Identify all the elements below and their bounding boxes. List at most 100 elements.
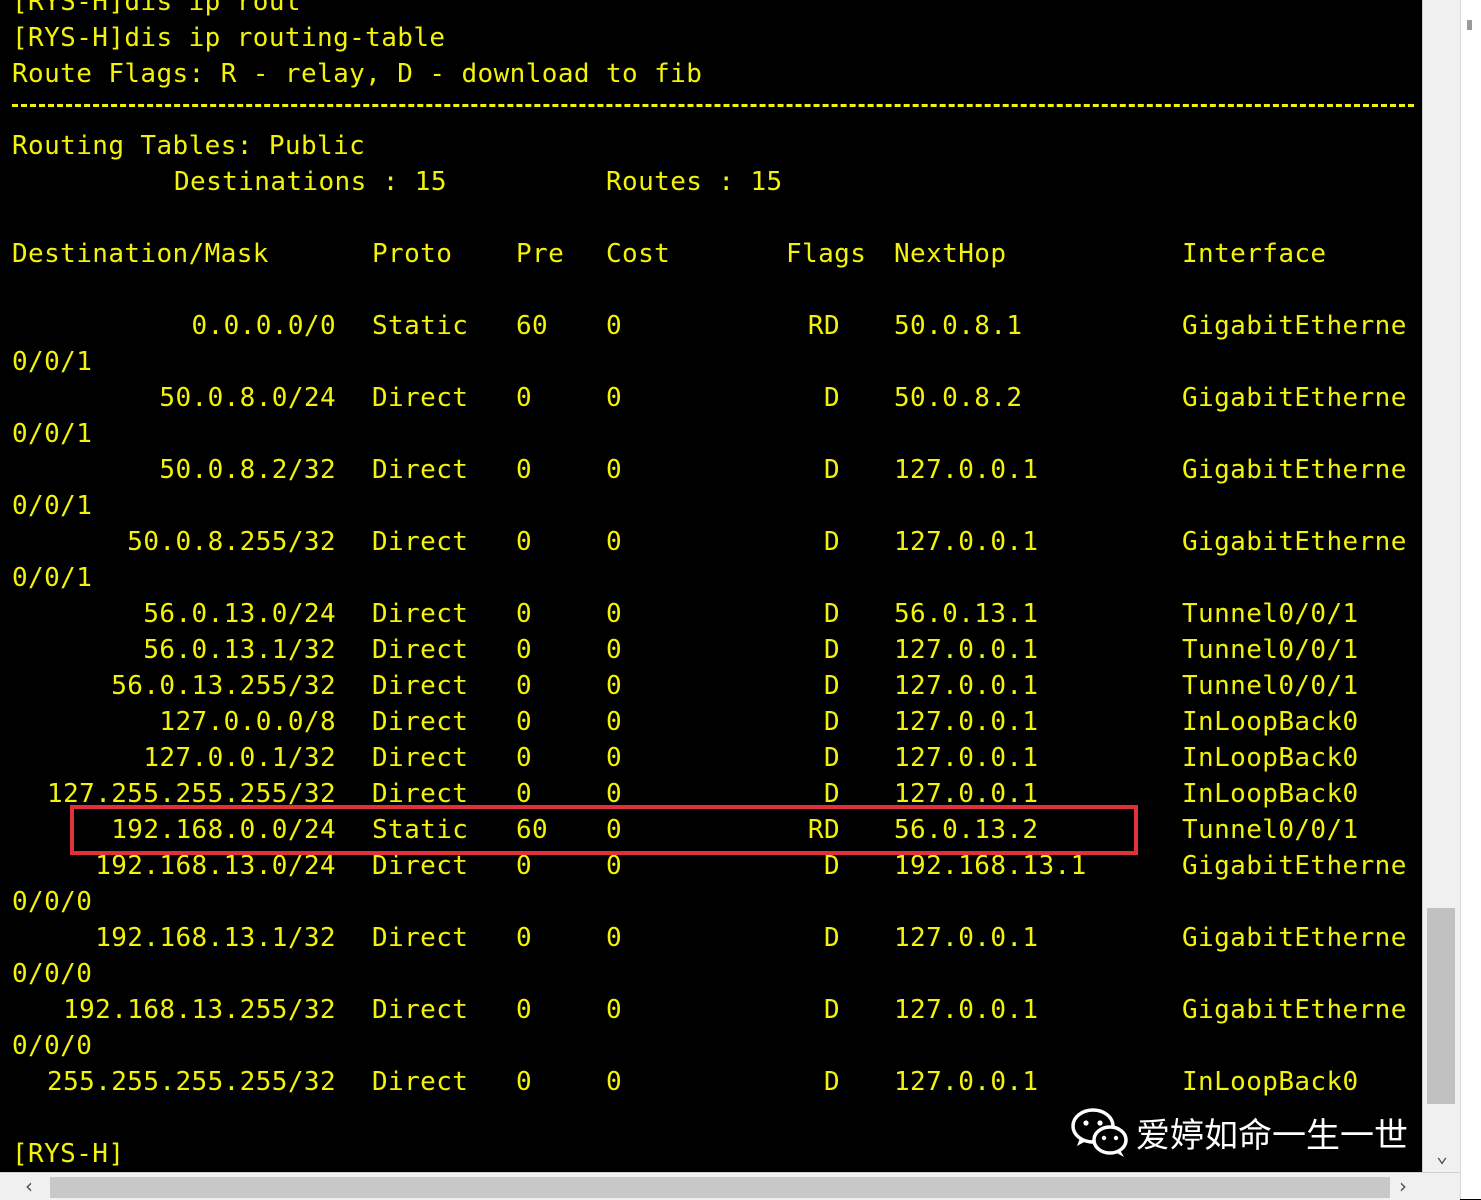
- cell-flags: D: [823, 455, 840, 485]
- cell-pre: 0: [516, 599, 533, 629]
- cell-nexthop: 127.0.0.1: [894, 1067, 1039, 1097]
- cell-proto: Direct: [372, 671, 469, 701]
- cell-proto: Direct: [372, 995, 469, 1025]
- cell-interface: InLoopBack0: [1182, 707, 1359, 737]
- cell-pre: 0: [516, 635, 533, 665]
- cell-nexthop: 50.0.8.1: [894, 311, 1023, 341]
- table-row: 255.255.255.255/32 Direct 0 0 D 127.0.0.1 InLo…: [0, 1064, 1420, 1100]
- table-row: 56.0.13.0/24 Direct 0 0 D 56.0.13.1 Tunnel0/0/…: [0, 596, 1420, 632]
- cell-interface: GigabitEtherne: [1182, 527, 1407, 557]
- cell-interface: GigabitEtherne: [1182, 995, 1407, 1025]
- cell-proto: Direct: [372, 383, 469, 413]
- cell-destination: 0.0.0.0/0: [191, 311, 336, 341]
- table-row-continuation: 0/0/0: [12, 959, 93, 989]
- horizontal-scrollbar[interactable]: ‹ ›: [0, 1172, 1460, 1200]
- cell-cost: 0: [606, 707, 623, 737]
- prompt-line: [RYS-H]: [12, 1139, 125, 1169]
- cell-destination: 192.168.13.1/32: [95, 923, 336, 953]
- cell-destination: 56.0.13.1/32: [143, 635, 336, 665]
- route-flags-line: Route Flags: R - relay, D - download to …: [12, 59, 703, 89]
- cell-nexthop: 50.0.8.2: [894, 383, 1023, 413]
- cell-interface: GigabitEtherne: [1182, 383, 1407, 413]
- chevron-down-icon[interactable]: ⌄: [1431, 1144, 1453, 1166]
- cell-pre: 0: [516, 383, 533, 413]
- cell-interface: InLoopBack0: [1182, 743, 1359, 773]
- horizontal-scrollbar-thumb[interactable]: [50, 1177, 1390, 1198]
- cell-cost: 0: [606, 527, 623, 557]
- vertical-scrollbar-thumb[interactable]: [1427, 908, 1455, 1104]
- cell-flags: D: [823, 635, 840, 665]
- cell-pre: 0: [516, 527, 533, 557]
- cell-destination: 56.0.13.255/32: [111, 671, 336, 701]
- cell-interface: Tunnel0/0/1: [1182, 815, 1359, 845]
- cell-interface: GigabitEtherne: [1182, 851, 1407, 881]
- cell-proto: Direct: [372, 527, 469, 557]
- cell-destination: 127.0.0.1/32: [143, 743, 336, 773]
- cell-proto: Direct: [372, 923, 469, 953]
- cell-pre: 0: [516, 995, 533, 1025]
- cell-cost: 0: [606, 743, 623, 773]
- cell-interface: InLoopBack0: [1182, 779, 1359, 809]
- cell-flags: D: [823, 995, 840, 1025]
- highlight-box: [70, 805, 1138, 855]
- table-row-continuation: 0/0/1: [12, 563, 93, 593]
- cell-nexthop: 127.0.0.1: [894, 671, 1039, 701]
- cell-cost: 0: [606, 599, 623, 629]
- header-nexthop: NextHop: [894, 239, 1007, 269]
- cell-cost: 0: [606, 311, 623, 341]
- cell-destination: 127.0.0.0/8: [159, 707, 336, 737]
- table-row-continuation: 0/0/1: [12, 419, 93, 449]
- cell-cost: 0: [606, 671, 623, 701]
- header-pre: Pre: [516, 239, 565, 269]
- cell-destination: 50.0.8.255/32: [127, 527, 336, 557]
- table-row: 50.0.8.0/24 Direct 0 0 D 50.0.8.2 GigabitEther…: [0, 380, 1420, 416]
- cell-pre: 60: [516, 311, 549, 341]
- cell-cost: 0: [606, 923, 623, 953]
- cell-interface: GigabitEtherne: [1182, 311, 1407, 341]
- cell-flags: RD: [807, 311, 840, 341]
- chevron-right-icon[interactable]: ›: [1388, 1173, 1418, 1200]
- cell-flags: D: [823, 743, 840, 773]
- cell-nexthop: 127.0.0.1: [894, 707, 1039, 737]
- command-line: [RYS-H]dis ip routing-table: [12, 23, 446, 53]
- table-row: 0.0.0.0/0 Static 60 0 RD 50.0.8.1 GigabitEther…: [0, 308, 1420, 344]
- header-destination: Destination/Mask: [12, 239, 269, 269]
- vertical-scrollbar[interactable]: ⌄: [1422, 0, 1461, 1172]
- cell-nexthop: 127.0.0.1: [894, 995, 1039, 1025]
- cell-proto: Direct: [372, 599, 469, 629]
- cell-proto: Direct: [372, 1067, 469, 1097]
- wechat-icon: [1071, 1108, 1128, 1157]
- cell-flags: D: [823, 1067, 840, 1097]
- table-header: Destination/Mask Proto Pre Cost Flags Ne…: [0, 236, 1420, 272]
- cell-nexthop: 127.0.0.1: [894, 455, 1039, 485]
- cell-cost: 0: [606, 1067, 623, 1097]
- destinations-count: Destinations : 15: [174, 167, 447, 197]
- watermark: 爱婷如命一生一世: [1070, 1102, 1408, 1162]
- cell-interface: Tunnel0/0/1: [1182, 671, 1359, 701]
- watermark-text: 爱婷如命一生一世: [1136, 1115, 1408, 1156]
- table-row: 50.0.8.2/32 Direct 0 0 D 127.0.0.1 GigabitEthe…: [0, 452, 1420, 488]
- table-row: 192.168.13.1/32 Direct 0 0 D 127.0.0.1 Gigabit…: [0, 920, 1420, 956]
- cell-interface: GigabitEtherne: [1182, 923, 1407, 953]
- cell-proto: Direct: [372, 455, 469, 485]
- chevron-left-icon[interactable]: ‹: [14, 1173, 44, 1200]
- table-row-continuation: 0/0/1: [12, 347, 93, 377]
- table-row: 127.0.0.1/32 Direct 0 0 D 127.0.0.1 InLoopBack…: [0, 740, 1420, 776]
- cell-flags: D: [823, 671, 840, 701]
- table-row-continuation: 0/0/0: [12, 887, 93, 917]
- terminal-window[interactable]: [RYS-H]dis ip rout [RYS-H]dis ip routing…: [0, 0, 1422, 1172]
- table-row: 50.0.8.255/32 Direct 0 0 D 127.0.0.1 GigabitEt…: [0, 524, 1420, 560]
- cell-pre: 0: [516, 707, 533, 737]
- cell-proto: Direct: [372, 707, 469, 737]
- header-cost: Cost: [606, 239, 671, 269]
- cell-cost: 0: [606, 383, 623, 413]
- cell-nexthop: 127.0.0.1: [894, 527, 1039, 557]
- cell-cost: 0: [606, 995, 623, 1025]
- cell-interface: Tunnel0/0/1: [1182, 635, 1359, 665]
- cell-pre: 0: [516, 923, 533, 953]
- cell-pre: 0: [516, 743, 533, 773]
- cell-flags: D: [823, 599, 840, 629]
- cell-pre: 0: [516, 455, 533, 485]
- table-row: 56.0.13.255/32 Direct 0 0 D 127.0.0.1 Tunnel0/…: [0, 668, 1420, 704]
- cell-interface: InLoopBack0: [1182, 1067, 1359, 1097]
